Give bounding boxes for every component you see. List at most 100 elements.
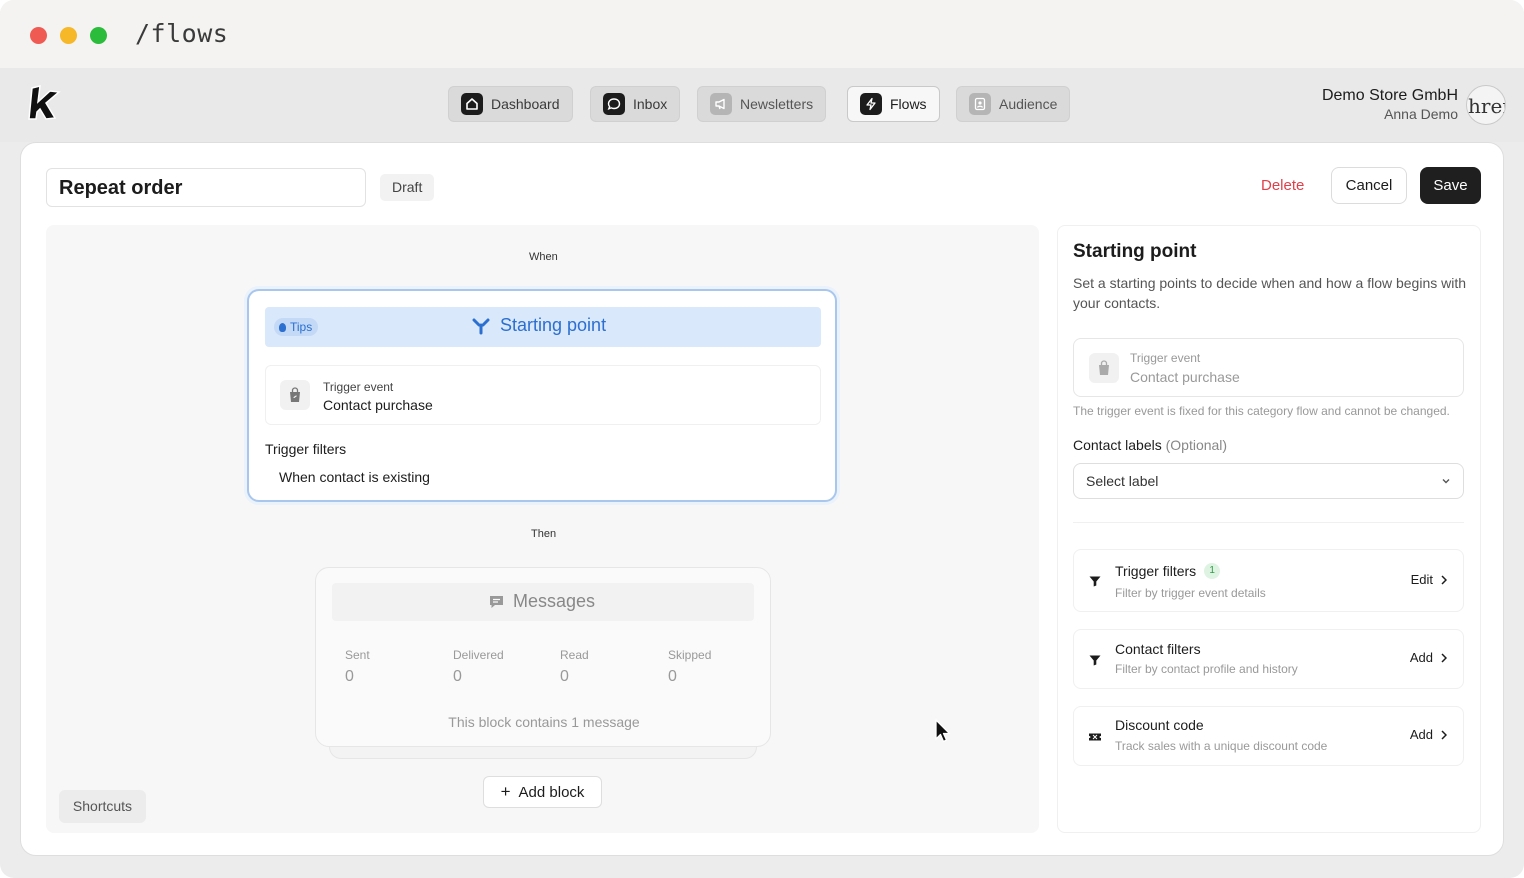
option-title-text: Trigger filters — [1115, 563, 1197, 579]
plus-icon: + — [500, 782, 511, 801]
stat-value: 0 — [668, 668, 677, 685]
trigger-event-label: Trigger event — [323, 380, 394, 394]
status-badge: Draft — [380, 174, 435, 201]
stat-label: Skipped — [668, 648, 712, 662]
ticket-icon — [1089, 733, 1101, 741]
add-block-button[interactable]: + Add block — [483, 776, 602, 808]
trigger-filters-title: Trigger filters — [265, 441, 347, 457]
trigger-event-label: Trigger event — [1130, 351, 1201, 365]
stat-sent: Sent 0 — [345, 648, 445, 686]
megaphone-icon — [710, 93, 732, 115]
title-bar: /flows — [0, 0, 1524, 68]
stat-value: 0 — [345, 668, 354, 685]
messages-title: Messages — [489, 591, 595, 612]
option-title: Discount code — [1115, 717, 1204, 733]
mouse-cursor-icon — [935, 719, 951, 743]
brand-logo[interactable] — [28, 82, 64, 122]
nav-label: Dashboard — [491, 96, 560, 112]
chevron-down-icon — [1442, 479, 1450, 484]
shopping-bag-icon — [1089, 353, 1119, 383]
stat-value: 0 — [453, 668, 462, 685]
discount-code-option[interactable]: Discount code Track sales with a unique … — [1073, 706, 1464, 766]
starting-point-header: Tips Starting point — [265, 307, 821, 347]
nav-audience[interactable]: Audience — [956, 86, 1071, 122]
contact-labels-text: Contact labels — [1073, 437, 1162, 453]
panel-title: Starting point — [1073, 241, 1197, 262]
nav-inbox[interactable]: Inbox — [590, 86, 681, 122]
option-action-label: Edit — [1410, 572, 1433, 587]
chat-icon — [603, 93, 625, 115]
then-label: Then — [531, 528, 557, 540]
account-info[interactable]: Demo Store GmbH Anna Demo — [1322, 87, 1458, 122]
option-title: Trigger filters 1 — [1115, 563, 1221, 579]
filter-icon — [1089, 655, 1101, 666]
app-window: /flows Dashboard Inbox Newsletters Flows… — [0, 0, 1524, 878]
when-label: When — [529, 251, 558, 263]
top-navigation-bar: Dashboard Inbox Newsletters Flows Audien… — [0, 68, 1524, 142]
contacts-icon — [969, 93, 991, 115]
tips-badge[interactable]: Tips — [274, 318, 319, 336]
stat-label: Sent — [345, 648, 370, 662]
trigger-filters-option[interactable]: Trigger filters 1 Filter by trigger even… — [1073, 549, 1464, 612]
chevron-right-icon — [1441, 652, 1447, 663]
stat-label: Read — [560, 648, 589, 662]
option-title-text: Contact filters — [1115, 641, 1201, 657]
save-button[interactable]: Save — [1420, 167, 1481, 204]
add-block-label: Add block — [518, 784, 585, 801]
add-contact-filters-button[interactable]: Add — [1410, 650, 1447, 665]
close-window-button[interactable] — [30, 27, 47, 44]
option-title: Contact filters — [1115, 641, 1201, 657]
divider — [1073, 522, 1464, 523]
starting-point-block[interactable]: Tips Starting point Trigger event Contac… — [247, 289, 837, 502]
shopping-bag-icon — [280, 380, 310, 410]
contact-filters-option[interactable]: Contact filters Filter by contact profil… — [1073, 629, 1464, 689]
count-badge: 1 — [1204, 563, 1221, 579]
flow-editor: Repeat order Draft Delete Cancel Save Wh… — [20, 142, 1504, 856]
url-path: /flows — [135, 19, 229, 48]
nav-flows[interactable]: Flows — [847, 86, 940, 122]
messages-header: Messages — [332, 583, 754, 621]
flow-name-input[interactable]: Repeat order — [46, 168, 366, 207]
cancel-button[interactable]: Cancel — [1331, 167, 1407, 204]
lightning-icon — [860, 93, 882, 115]
panel-description: Set a starting points to decide when and… — [1073, 275, 1467, 311]
starting-point-title: Starting point — [472, 315, 606, 336]
shortcuts-button[interactable]: Shortcuts — [59, 790, 146, 823]
select-placeholder: Select label — [1086, 473, 1159, 489]
trigger-event-value: Contact purchase — [323, 397, 433, 413]
nav-label: Newsletters — [740, 96, 814, 112]
trigger-event-note: The trigger event is fixed for this cate… — [1073, 404, 1450, 418]
stat-label: Delivered — [453, 648, 504, 662]
settings-panel: Starting point Set a starting points to … — [1057, 225, 1481, 833]
minimize-window-button[interactable] — [60, 27, 77, 44]
avatar[interactable]: hren — [1466, 85, 1506, 125]
add-discount-code-button[interactable]: Add — [1410, 727, 1447, 742]
maximize-window-button[interactable] — [90, 27, 107, 44]
trigger-event-card[interactable]: Trigger event Contact purchase — [265, 365, 821, 425]
option-description: Filter by trigger event details — [1115, 586, 1266, 600]
delete-button[interactable]: Delete — [1247, 168, 1318, 204]
contact-labels-select[interactable]: Select label — [1073, 463, 1464, 499]
org-name: Demo Store GmbH — [1321, 87, 1458, 104]
message-icon — [490, 595, 503, 608]
messages-footer: This block contains 1 message — [448, 714, 640, 730]
trigger-event-field: Trigger event Contact purchase — [1073, 338, 1464, 397]
messages-block[interactable]: Messages Sent 0 Delivered 0 Read 0 Skipp… — [315, 567, 771, 747]
trigger-event-value: Contact purchase — [1130, 369, 1240, 385]
stat-read: Read 0 — [560, 648, 660, 686]
edit-trigger-filters-button[interactable]: Edit — [1411, 572, 1447, 587]
contact-labels-label: Contact labels (Optional) — [1073, 437, 1227, 453]
option-title-text: Discount code — [1115, 717, 1204, 733]
logo-k-icon — [28, 85, 61, 120]
home-icon — [461, 93, 483, 115]
option-description: Filter by contact profile and history — [1115, 662, 1298, 676]
nav-newsletters[interactable]: Newsletters — [697, 86, 827, 122]
flow-canvas[interactable]: When Tips Starting point Trigger event C… — [46, 225, 1039, 833]
chevron-right-icon — [1441, 574, 1447, 585]
stat-skipped: Skipped 0 — [668, 648, 768, 686]
nav-label: Audience — [999, 96, 1058, 112]
tips-label: Tips — [290, 320, 313, 334]
stat-value: 0 — [560, 668, 569, 685]
nav-dashboard[interactable]: Dashboard — [448, 86, 573, 122]
option-action-label: Add — [1409, 650, 1433, 665]
